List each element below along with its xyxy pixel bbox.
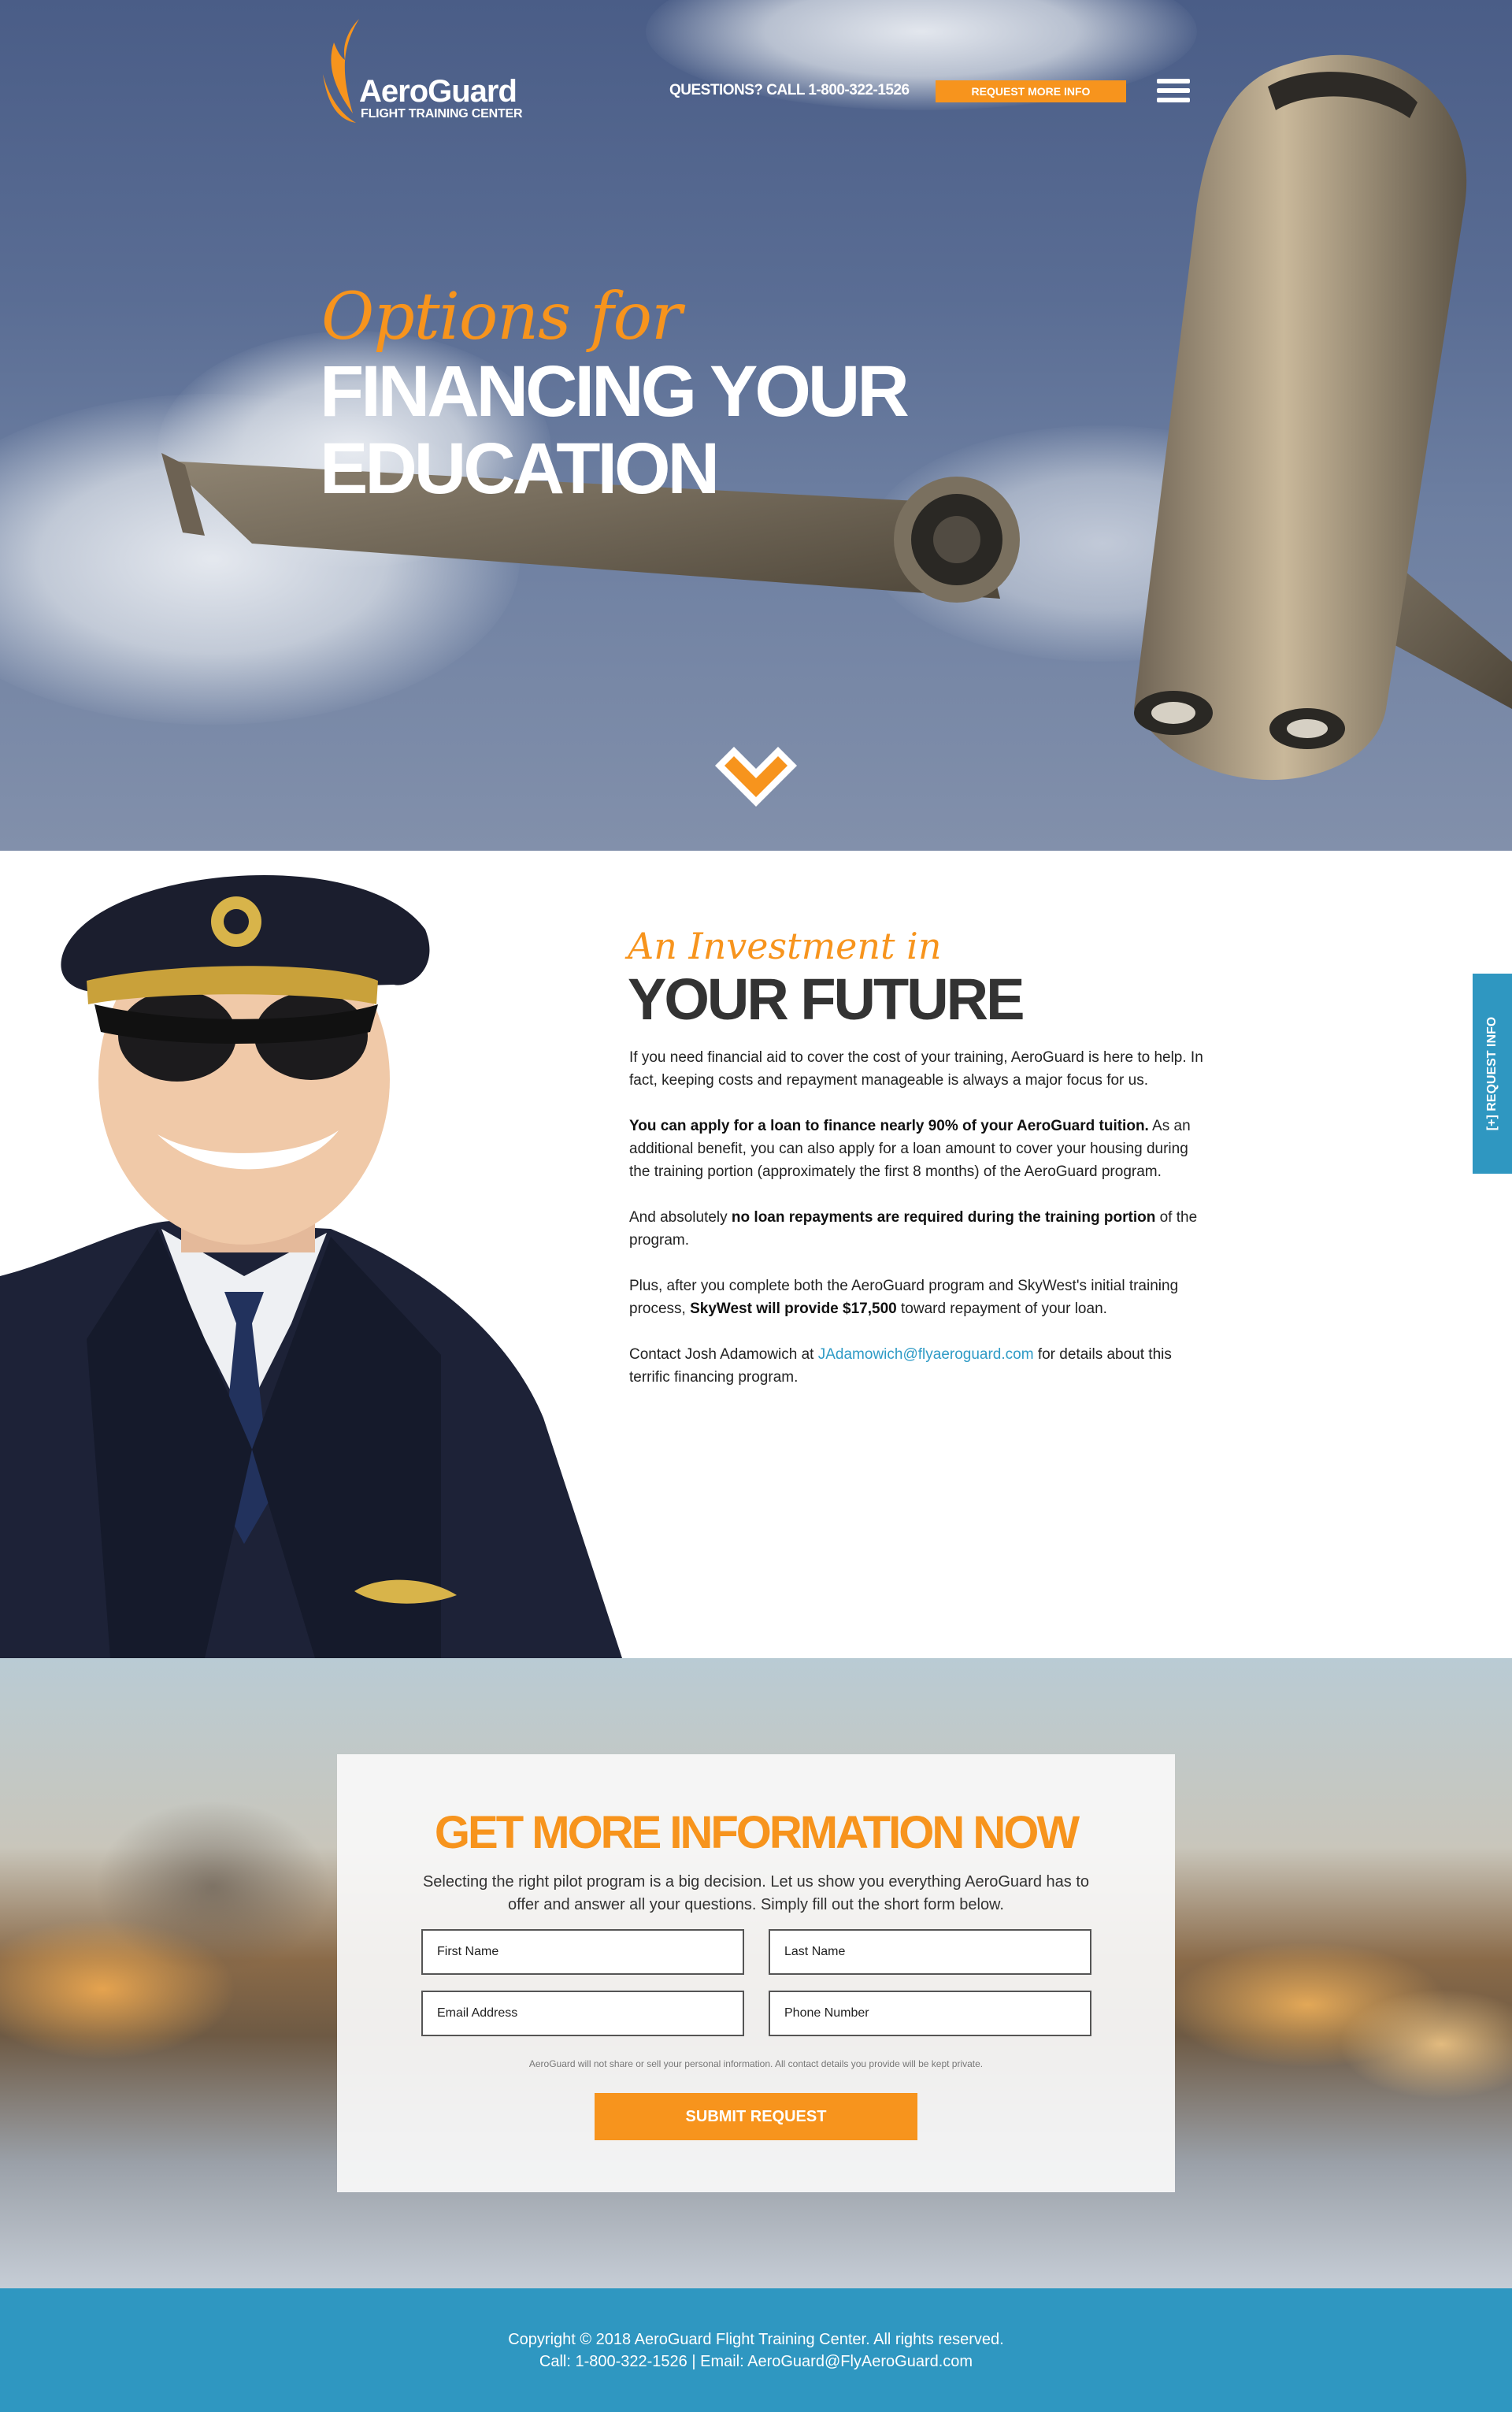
hamburger-menu-icon[interactable]	[1157, 79, 1190, 104]
investment-section: An Investment in YOUR FUTURE If you need…	[0, 851, 1512, 1658]
chevron-down-icon[interactable]	[715, 747, 797, 807]
form-subtitle: Selecting the right pilot program is a b…	[422, 1873, 1090, 1913]
phone-field[interactable]	[769, 1991, 1091, 2036]
investment-title: YOUR FUTURE	[628, 967, 1025, 1032]
submit-request-button[interactable]: SUBMIT REQUEST	[595, 2093, 917, 2140]
side-tab-label: [+] REQUEST INFO	[1485, 1016, 1499, 1131]
hero-title-line1: FINANCING YOUR	[320, 351, 910, 432]
last-name-field[interactable]	[769, 1929, 1091, 1975]
hero-kicker: Options for	[321, 280, 682, 354]
request-form: GET MORE INFORMATION NOW Selecting the r…	[337, 1754, 1175, 2192]
paragraph-4: Plus, after you complete both the AeroGu…	[629, 1278, 1179, 1317]
paragraph-5: Contact Josh Adamowich at JAdamowich@fly…	[629, 1346, 1172, 1386]
paragraph-1: If you need financial aid to cover the c…	[629, 1049, 1203, 1089]
hero-title-line2: EDUCATION	[320, 429, 720, 509]
hero-title: FINANCING YOUR EDUCATION	[320, 351, 910, 509]
brand-name: AeroGuard	[359, 74, 517, 109]
skywest-highlight: SkyWest will provide $17,500	[690, 1301, 897, 1317]
request-info-side-tab[interactable]: [+] REQUEST INFO	[1473, 974, 1512, 1174]
hero-section: AeroGuard FLIGHT TRAINING CENTER QUESTIO…	[0, 0, 1512, 851]
brand-logo[interactable]: AeroGuard FLIGHT TRAINING CENTER	[321, 19, 526, 129]
loan-highlight: You can apply for a loan to finance near…	[629, 1118, 1149, 1134]
header-phone[interactable]: QUESTIONS? CALL 1-800-322-1526	[669, 82, 910, 99]
no-repayment-highlight: no loan repayments are required during t…	[731, 1209, 1156, 1226]
first-name-field[interactable]	[421, 1929, 744, 1975]
footer: Copyright © 2018 AeroGuard Flight Traini…	[0, 2288, 1512, 2412]
form-title: GET MORE INFORMATION NOW	[434, 1807, 1080, 1858]
privacy-notice: AeroGuard will not share or sell your pe…	[528, 2058, 984, 2069]
request-more-info-button[interactable]: REQUEST MORE INFO	[936, 80, 1126, 102]
footer-copyright: Copyright © 2018 AeroGuard Flight Traini…	[508, 2331, 1004, 2348]
contact-email-link[interactable]: JAdamowich@flyaeroguard.com	[818, 1346, 1034, 1363]
footer-contact[interactable]: Call: 1-800-322-1526 | Email: AeroGuard@…	[0, 2353, 1512, 2371]
info-request-section: GET MORE INFORMATION NOW Selecting the r…	[0, 1658, 1512, 2288]
email-field[interactable]	[421, 1991, 744, 2036]
paragraph-3: And absolutely no loan repayments are re…	[629, 1209, 1198, 1249]
investment-body: If you need financial aid to cover the c…	[629, 1046, 1212, 1412]
pilot-photo	[0, 874, 622, 1658]
bokeh-light	[94, 1800, 331, 1973]
brand-subtitle: FLIGHT TRAINING CENTER	[361, 107, 523, 121]
paragraph-2: You can apply for a loan to finance near…	[629, 1118, 1191, 1180]
investment-kicker: An Investment in	[628, 925, 942, 967]
